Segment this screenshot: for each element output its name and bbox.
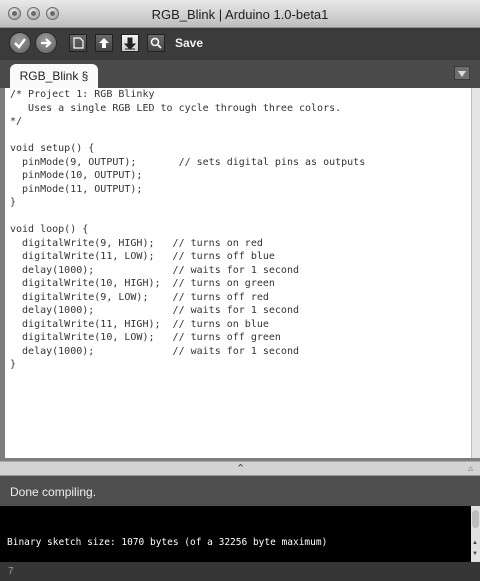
arrow-up-icon xyxy=(99,38,109,48)
new-file-icon xyxy=(73,37,84,49)
scroll-up-icon[interactable]: ▲ xyxy=(472,540,478,547)
code-line: } xyxy=(10,359,17,370)
code-line: digitalWrite(11, LOW); // turns off blue xyxy=(10,251,275,262)
tab-label: RGB_Blink § xyxy=(19,69,89,83)
code-line: pinMode(9, OUTPUT); // sets digital pins… xyxy=(10,156,366,168)
console-scrollbar[interactable]: ▲ ▼ xyxy=(471,506,480,562)
code-line: } xyxy=(10,197,17,208)
tab-rgb-blink[interactable]: RGB_Blink § xyxy=(10,64,98,88)
title-bar: RGB_Blink | Arduino 1.0-beta1 xyxy=(0,0,480,28)
code-line: delay(1000); // waits for 1 second xyxy=(10,305,299,316)
open-sketch-button[interactable] xyxy=(95,34,113,52)
upload-button[interactable] xyxy=(35,32,57,54)
status-bar: Done compiling. xyxy=(0,476,480,506)
toolbar-action-label: Save xyxy=(175,36,204,50)
resize-icon: ▵ xyxy=(468,463,474,474)
code-editor[interactable]: /* Project 1: RGB Blinky Uses a single R… xyxy=(5,88,471,458)
toolbar: Save xyxy=(0,28,480,60)
console-output: Binary sketch size: 1070 bytes (of a 322… xyxy=(0,506,471,562)
code-line: pinMode(11, OUTPUT); xyxy=(10,183,143,195)
window-title: RGB_Blink | Arduino 1.0-beta1 xyxy=(151,7,329,22)
code-line: Uses a single RGB LED to cycle through t… xyxy=(10,102,342,114)
code-line: pinMode(10, OUTPUT); xyxy=(10,170,143,181)
serial-monitor-button[interactable] xyxy=(147,34,165,52)
save-sketch-button[interactable] xyxy=(121,34,139,52)
editor-scrollbar[interactable] xyxy=(471,88,480,458)
triangle-down-icon xyxy=(458,71,466,77)
code-line: delay(1000); // waits for 1 second xyxy=(10,264,299,276)
code-line: digitalWrite(9, LOW); // turns off red xyxy=(10,291,269,303)
scroll-down-icon[interactable]: ▼ xyxy=(472,551,478,558)
status-message: Done compiling. xyxy=(10,485,97,499)
chevron-up-icon[interactable]: ⌃ xyxy=(236,462,245,475)
arrow-down-icon xyxy=(123,37,137,50)
arrow-right-icon xyxy=(41,38,52,48)
footer-bar: 7 xyxy=(0,562,480,581)
code-line: digitalWrite(10, HIGH); // turns on gree… xyxy=(10,278,275,289)
code-line: delay(1000); // waits for 1 second xyxy=(10,345,299,357)
magnifier-icon xyxy=(150,37,162,49)
line-number: 7 xyxy=(8,566,14,577)
code-line: */ xyxy=(10,116,23,127)
code-line: void setup() { xyxy=(10,143,95,154)
console-text: Binary sketch size: 1070 bytes (of a 322… xyxy=(7,537,328,548)
code-text: /* Project 1: RGB Blinky Uses a single R… xyxy=(10,88,365,372)
code-line: digitalWrite(10, LOW); // turns off gree… xyxy=(10,332,281,343)
code-line: digitalWrite(9, HIGH); // turns on red xyxy=(10,237,263,249)
checkmark-icon xyxy=(14,38,26,49)
code-line: void loop() { xyxy=(10,224,89,235)
code-line: /* Project 1: RGB Blinky xyxy=(10,89,155,100)
tab-menu-button[interactable] xyxy=(454,66,470,80)
split-divider[interactable]: ⌃ ▵ xyxy=(0,461,480,476)
code-line: digitalWrite(11, HIGH); // turns on blue xyxy=(10,318,269,330)
new-sketch-button[interactable] xyxy=(69,34,87,52)
console-scroll-thumb[interactable] xyxy=(472,510,479,528)
verify-button[interactable] xyxy=(9,32,31,54)
tab-bar: RGB_Blink § xyxy=(0,60,480,88)
